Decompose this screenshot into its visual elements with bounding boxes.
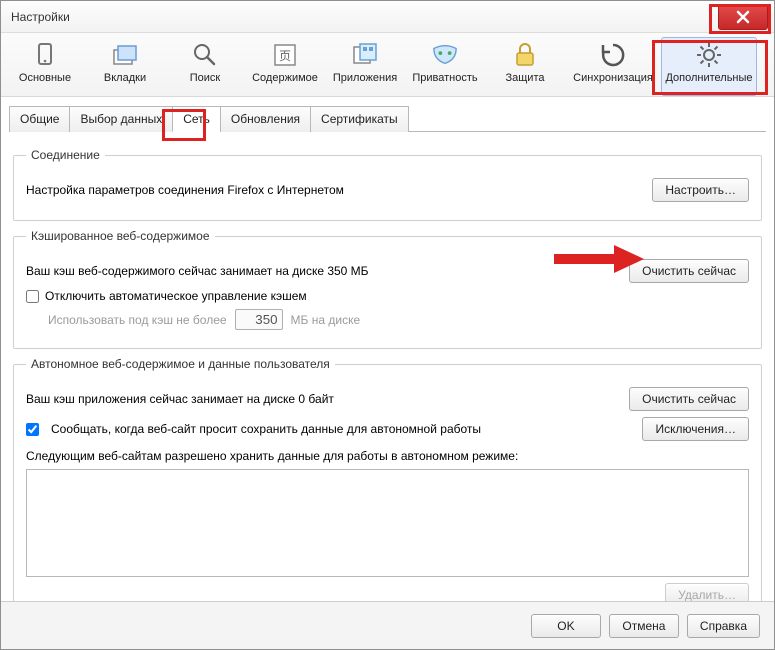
toolbar-general[interactable]: Основные <box>5 37 85 96</box>
tab-certificates[interactable]: Сертификаты <box>310 106 409 132</box>
content-icon: 页 <box>272 42 298 68</box>
toolbar-search[interactable]: Поиск <box>165 37 245 96</box>
toolbar-content[interactable]: 页 Содержимое <box>245 37 325 96</box>
close-button[interactable] <box>718 4 768 30</box>
tab-general[interactable]: Общие <box>9 106 70 132</box>
mask-icon <box>432 42 458 68</box>
tab-network[interactable]: Сеть <box>172 106 221 132</box>
connection-group: Соединение Настройка параметров соединен… <box>13 148 762 221</box>
offline-legend: Автономное веб-содержимое и данные польз… <box>26 357 335 371</box>
cache-limit-input[interactable] <box>235 309 283 330</box>
device-icon <box>32 42 58 68</box>
connection-settings-button[interactable]: Настроить… <box>652 178 749 202</box>
svg-text:页: 页 <box>279 49 291 63</box>
connection-legend: Соединение <box>26 148 105 162</box>
help-button[interactable]: Справка <box>687 614 760 638</box>
lock-icon <box>512 42 538 68</box>
dialog-button-bar: OK Отмена Справка <box>1 601 774 649</box>
titlebar: Настройки <box>1 1 774 33</box>
tab-updates[interactable]: Обновления <box>220 106 311 132</box>
offline-usage-text: Ваш кэш приложения сейчас занимает на ди… <box>26 392 334 406</box>
toolbar-privacy[interactable]: Приватность <box>405 37 485 96</box>
offline-notify-label: Сообщать, когда веб-сайт просит сохранит… <box>51 422 481 436</box>
apps-icon <box>352 42 378 68</box>
offline-list-label: Следующим веб-сайтам разрешено хранить д… <box>26 449 518 463</box>
tab-strip: Общие Выбор данных Сеть Обновления Серти… <box>9 105 766 132</box>
toolbar-tabs[interactable]: Вкладки <box>85 37 165 96</box>
offline-exceptions-button[interactable]: Исключения… <box>642 417 749 441</box>
cache-limit-prefix: Использовать под кэш не более <box>48 313 227 327</box>
offline-clear-button[interactable]: Очистить сейчас <box>629 387 749 411</box>
offline-group: Автономное веб-содержимое и данные польз… <box>13 357 762 620</box>
offline-notify-checkbox[interactable] <box>26 423 39 436</box>
cache-usage-text: Ваш кэш веб-содержимого сейчас занимает … <box>26 264 369 278</box>
cache-override-checkbox[interactable] <box>26 290 39 303</box>
toolbar-security[interactable]: Защита <box>485 37 565 96</box>
close-icon <box>736 10 750 24</box>
category-toolbar: Основные Вкладки Поиск 页 Содержимое Прил… <box>1 33 774 97</box>
cache-group: Кэшированное веб-содержимое Ваш кэш веб-… <box>13 229 762 349</box>
offline-sites-listbox[interactable] <box>26 469 749 577</box>
toolbar-advanced[interactable]: Дополнительные <box>661 37 757 96</box>
gear-icon <box>696 42 722 68</box>
settings-window: Настройки Основные Вкладки Поиск 页 Содер… <box>0 0 775 650</box>
toolbar-sync[interactable]: Синхронизация <box>565 37 661 96</box>
sync-icon <box>600 42 626 68</box>
ok-button[interactable]: OK <box>531 614 601 638</box>
window-title: Настройки <box>11 10 70 24</box>
connection-text: Настройка параметров соединения Firefox … <box>26 183 344 197</box>
search-icon <box>192 42 218 68</box>
tabs-icon <box>112 42 138 68</box>
toolbar-applications[interactable]: Приложения <box>325 37 405 96</box>
network-panel: Соединение Настройка параметров соединен… <box>1 132 774 636</box>
cache-legend: Кэшированное веб-содержимое <box>26 229 215 243</box>
cancel-button[interactable]: Отмена <box>609 614 679 638</box>
tab-data-choices[interactable]: Выбор данных <box>69 106 173 132</box>
cache-limit-suffix: МБ на диске <box>291 313 361 327</box>
cache-override-label: Отключить автоматическое управление кэше… <box>45 289 307 303</box>
cache-clear-button[interactable]: Очистить сейчас <box>629 259 749 283</box>
